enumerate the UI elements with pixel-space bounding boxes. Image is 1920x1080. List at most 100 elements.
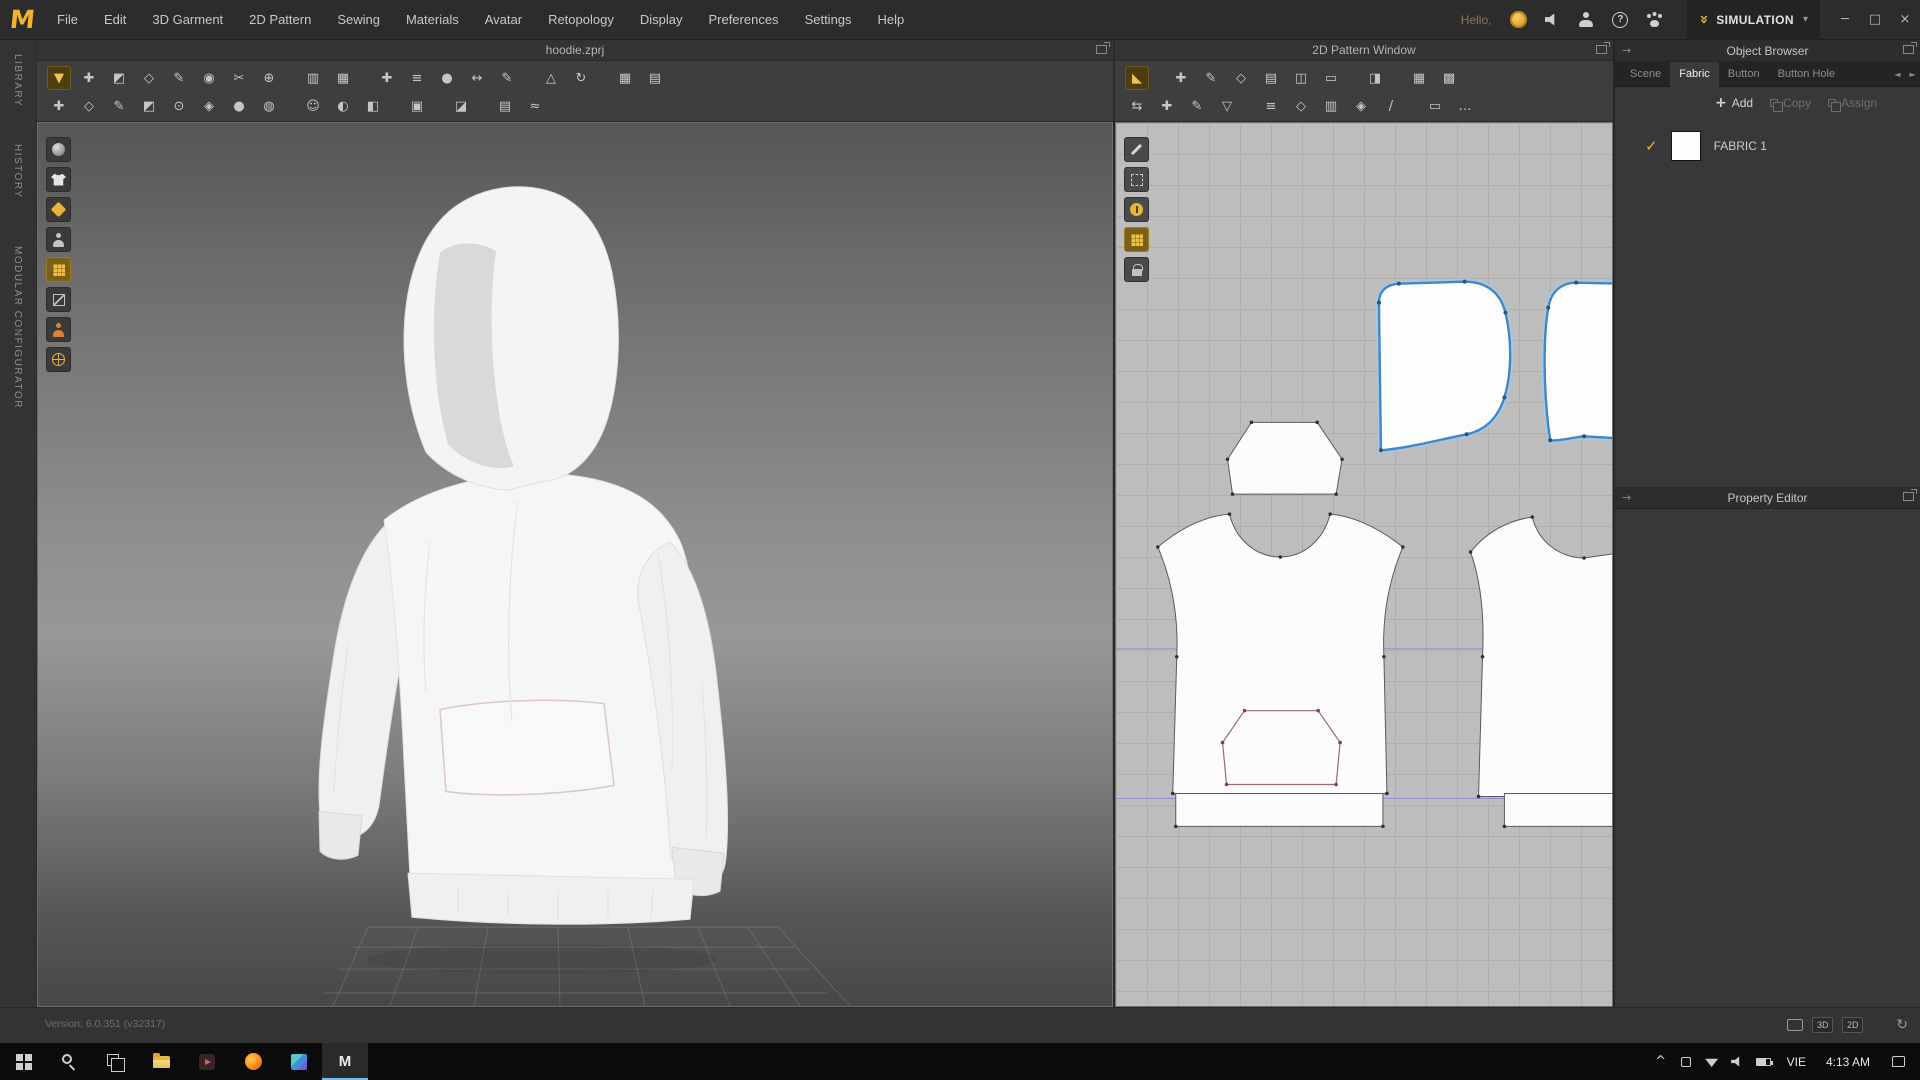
pattern-piece-front-waistband[interactable] bbox=[1175, 792, 1384, 827]
dart-icon[interactable]: ◇ bbox=[1289, 94, 1313, 118]
wind-controller-icon[interactable]: ≈ bbox=[523, 94, 547, 118]
select-2d-icon[interactable]: ✚ bbox=[1169, 66, 1193, 90]
tab-scene[interactable]: Scene bbox=[1621, 62, 1670, 87]
tab-scroll-right-icon[interactable]: ► bbox=[1905, 62, 1920, 87]
close-button[interactable]: × bbox=[1890, 0, 1920, 40]
more-tools-icon[interactable]: … bbox=[1453, 94, 1477, 118]
volume-icon[interactable] bbox=[1539, 0, 1565, 40]
arrangement-point-icon[interactable]: ⊙ bbox=[167, 94, 191, 118]
viewport-3d[interactable] bbox=[37, 122, 1113, 1007]
menu-item[interactable]: Materials bbox=[393, 0, 472, 40]
buttonhole-2d-icon[interactable]: ◈ bbox=[1349, 94, 1373, 118]
grid-3d-icon[interactable]: ▦ bbox=[613, 66, 637, 90]
edit-texture-2d-icon[interactable] bbox=[1124, 137, 1149, 162]
show-gizmo-icon[interactable] bbox=[46, 137, 71, 162]
flatten-mesh-icon[interactable]: ◪ bbox=[449, 94, 473, 118]
show-info-2d-icon[interactable] bbox=[1124, 197, 1149, 222]
simulate-icon[interactable]: ▼ bbox=[47, 66, 71, 90]
edit-sewing-icon[interactable]: ✎ bbox=[1185, 94, 1209, 118]
avatar-measure-icon[interactable]: ✎ bbox=[107, 94, 131, 118]
sewing-3d-icon[interactable]: ✂ bbox=[227, 66, 251, 90]
tack-on-avatar-icon[interactable]: ⊕ bbox=[257, 66, 281, 90]
stylus-pen-icon[interactable]: ✎ bbox=[495, 66, 519, 90]
render-window-icon[interactable] bbox=[1787, 1019, 1804, 1031]
paw-icon[interactable] bbox=[1641, 0, 1667, 40]
copy-button[interactable]: Copy bbox=[1770, 96, 1811, 112]
show-seam-2d-icon[interactable] bbox=[1124, 167, 1149, 192]
snap-3d-icon[interactable]: ▤ bbox=[643, 66, 667, 90]
language-indicator[interactable]: VIE bbox=[1777, 1055, 1816, 1069]
popout-icon[interactable] bbox=[1096, 42, 1110, 54]
show-fabric-texture-icon[interactable] bbox=[46, 257, 71, 282]
fabric-swatch[interactable] bbox=[1670, 131, 1701, 161]
start-button[interactable] bbox=[0, 1043, 46, 1080]
pattern-piece-hood-gusset[interactable] bbox=[1227, 421, 1343, 495]
texture-editor-icon[interactable]: ◨ bbox=[1363, 66, 1387, 90]
pattern-piece-back-body[interactable] bbox=[1470, 516, 1612, 797]
show-fabric-2d-icon[interactable] bbox=[1124, 227, 1149, 252]
pattern-piece-back-waistband[interactable] bbox=[1503, 792, 1612, 827]
pattern-2d-view[interactable] bbox=[1115, 122, 1613, 1007]
piping-icon[interactable]: ▭ bbox=[1423, 94, 1447, 118]
seam-allowance-icon[interactable]: ▭ bbox=[1319, 66, 1343, 90]
add-point-icon[interactable]: ◇ bbox=[1229, 66, 1253, 90]
browser-button[interactable] bbox=[230, 1043, 276, 1080]
assign-button[interactable]: Assign bbox=[1828, 96, 1877, 112]
battery-icon[interactable] bbox=[1751, 1043, 1777, 1080]
simulation-toggle[interactable]: » SIMULATION ▾ bbox=[1687, 0, 1820, 40]
pattern-piece-hood-right[interactable] bbox=[1543, 281, 1612, 442]
avatar-joint-icon[interactable]: ◍ bbox=[257, 94, 281, 118]
sync-icon[interactable]: ↻ bbox=[1896, 1018, 1908, 1032]
avatar-circumference-icon[interactable]: ◩ bbox=[137, 94, 161, 118]
tab-scroll-left-icon[interactable]: ◄ bbox=[1890, 62, 1905, 87]
help-icon[interactable]: ? bbox=[1607, 0, 1633, 40]
tab-button-hole[interactable]: Button Hole bbox=[1769, 62, 1844, 87]
tray-app-icon[interactable] bbox=[1673, 1043, 1699, 1080]
menu-item[interactable]: Settings bbox=[792, 0, 865, 40]
minimize-button[interactable]: ─ bbox=[1830, 0, 1860, 40]
marvelous-designer-button[interactable]: M bbox=[322, 1043, 368, 1080]
menu-item[interactable]: Edit bbox=[91, 0, 139, 40]
fold-arrangement-icon[interactable]: ▥ bbox=[301, 66, 325, 90]
show-avatar-icon[interactable] bbox=[46, 227, 71, 252]
toggle-3d-button[interactable]: 3D bbox=[1812, 1017, 1834, 1033]
grainline-icon[interactable]: △ bbox=[539, 66, 563, 90]
segment-sewing-icon[interactable]: ⇆ bbox=[1125, 94, 1149, 118]
zipper-icon[interactable]: / bbox=[1379, 94, 1403, 118]
uv-editor-icon[interactable]: ▤ bbox=[493, 94, 517, 118]
show-avatar-mesh-icon[interactable] bbox=[46, 347, 71, 372]
avatar-face-icon[interactable]: ☺ bbox=[301, 94, 325, 118]
steam-brush-icon[interactable]: ● bbox=[435, 66, 459, 90]
flatten-icon[interactable]: ▦ bbox=[331, 66, 355, 90]
tab-modular-configurator[interactable]: MODULAR CONFIGURATOR bbox=[12, 246, 23, 409]
hoodie-garment[interactable] bbox=[318, 186, 729, 975]
connect-coin-icon[interactable] bbox=[1505, 0, 1531, 40]
select-mesh-icon[interactable]: ◩ bbox=[107, 66, 131, 90]
collapse-arrow-icon[interactable]: → bbox=[1622, 44, 1631, 57]
pattern-piece-pocket[interactable] bbox=[1221, 710, 1341, 786]
notch-icon[interactable]: ▥ bbox=[1319, 94, 1343, 118]
avatar-hair-icon[interactable]: ◐ bbox=[331, 94, 355, 118]
trace-icon[interactable]: ◫ bbox=[1289, 66, 1313, 90]
tab-button[interactable]: Button bbox=[1719, 62, 1769, 87]
volume-tray-icon[interactable] bbox=[1725, 1043, 1751, 1080]
hoodie-cuff-left[interactable] bbox=[318, 810, 363, 860]
menu-item[interactable]: Avatar bbox=[472, 0, 535, 40]
menu-item[interactable]: File bbox=[44, 0, 91, 40]
task-view-button[interactable] bbox=[92, 1043, 138, 1080]
menu-item[interactable]: 3D Garment bbox=[139, 0, 236, 40]
detach-sewing-icon[interactable]: ▽ bbox=[1215, 94, 1239, 118]
reset-arrangement-icon[interactable]: ↻ bbox=[569, 66, 593, 90]
show-lock-2d-icon[interactable] bbox=[1124, 257, 1149, 282]
show-pattern-icon[interactable]: ◣ bbox=[1125, 66, 1149, 90]
photos-app-button[interactable] bbox=[276, 1043, 322, 1080]
popout-icon[interactable] bbox=[1903, 42, 1917, 54]
hoodie-pocket[interactable] bbox=[439, 699, 615, 796]
grid-2d-icon[interactable]: ▦ bbox=[1407, 66, 1431, 90]
avatar-tape-icon[interactable]: ◇ bbox=[77, 94, 101, 118]
avatar-shoe-icon[interactable]: ◧ bbox=[361, 94, 385, 118]
measure-tape-icon[interactable]: ↔ bbox=[465, 66, 489, 90]
show-avatar-skin-icon[interactable] bbox=[46, 317, 71, 342]
show-seamline-icon[interactable] bbox=[46, 287, 71, 312]
menu-item[interactable]: Display bbox=[627, 0, 696, 40]
